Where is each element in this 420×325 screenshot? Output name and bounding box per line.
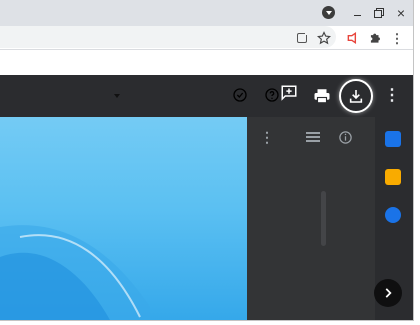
- add-comment-icon[interactable]: [279, 83, 299, 103]
- list-view-icon[interactable]: [305, 131, 321, 145]
- title-bar: ×: [0, 0, 414, 26]
- download-icon[interactable]: [339, 79, 373, 113]
- details-panel: ⋮: [247, 117, 375, 320]
- window-border-right: [413, 0, 414, 321]
- extension-red-icon[interactable]: [344, 29, 362, 47]
- panel-more-icon[interactable]: ⋮: [260, 129, 274, 145]
- star-icon[interactable]: [315, 29, 333, 47]
- tasks-icon[interactable]: [385, 207, 401, 223]
- chrome-menu-icon[interactable]: ⋮: [388, 29, 406, 47]
- preview-image: [0, 117, 247, 320]
- next-page-button[interactable]: [374, 279, 402, 307]
- profile-dropdown-icon[interactable]: [322, 6, 335, 19]
- chevron-right-icon: [385, 288, 392, 298]
- browser-toolbar: ⋮: [0, 26, 414, 50]
- pull-out-icon[interactable]: [293, 29, 311, 47]
- puzzle-icon[interactable]: [366, 29, 384, 47]
- page-content: ⋮ ⋮: [0, 51, 414, 320]
- keep-icon[interactable]: [385, 169, 401, 185]
- wave-graphic: [0, 225, 150, 320]
- close-button[interactable]: ×: [394, 6, 408, 20]
- restore-button[interactable]: [372, 6, 386, 20]
- window-border-bottom: [0, 320, 414, 321]
- info-icon[interactable]: [337, 129, 353, 145]
- calendar-icon[interactable]: [385, 131, 401, 147]
- print-icon[interactable]: [311, 85, 333, 107]
- minimize-button[interactable]: [350, 6, 364, 20]
- viewer-header: ⋮: [0, 75, 414, 117]
- scrollbar[interactable]: [321, 191, 326, 246]
- chevron-down-icon[interactable]: [112, 92, 122, 100]
- check-circle-icon[interactable]: [231, 86, 249, 104]
- more-vert-icon[interactable]: ⋮: [382, 85, 402, 105]
- browser-window: × ⋮ ⋮ ⋮: [0, 0, 414, 320]
- address-bar[interactable]: [0, 26, 336, 48]
